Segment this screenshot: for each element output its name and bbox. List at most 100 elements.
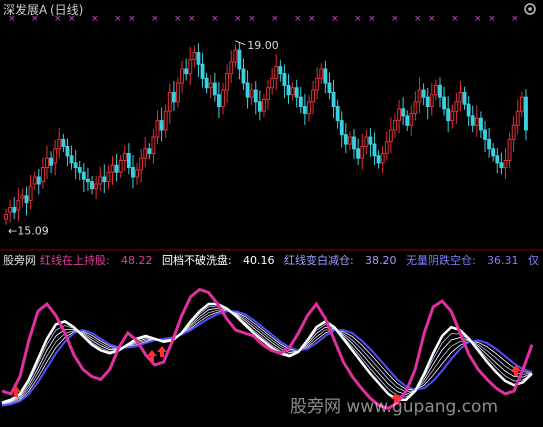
low-label: ←15.09 bbox=[8, 224, 49, 237]
indicator-label: 红线变白减仓: bbox=[284, 253, 354, 267]
signal-x-mark: × bbox=[414, 14, 422, 24]
candle-body bbox=[212, 82, 217, 96]
candle-body bbox=[384, 141, 389, 154]
indicator-value: 38.20 bbox=[365, 254, 397, 267]
indicator-label: 仅 bbox=[528, 254, 539, 267]
candle-body bbox=[368, 136, 373, 145]
indicator-value: 48.22 bbox=[121, 254, 153, 267]
candle-body bbox=[57, 138, 62, 150]
candle-body bbox=[106, 171, 111, 183]
candle-body bbox=[417, 89, 422, 103]
signal-x-mark: × bbox=[248, 14, 256, 24]
stock-chart: 深发展A (日线) × × × × × × × × × × × × × × × × × × × × × × × × × ×19.0… bbox=[0, 0, 543, 427]
candle-body bbox=[163, 110, 168, 131]
candle-body bbox=[69, 155, 74, 164]
candle-body bbox=[478, 117, 483, 131]
candle-body bbox=[28, 185, 33, 201]
candle-body bbox=[225, 73, 230, 91]
candle-body bbox=[204, 77, 209, 89]
candle-body bbox=[151, 136, 156, 154]
candle-body bbox=[380, 152, 385, 164]
candle-body bbox=[302, 106, 307, 115]
candle-body bbox=[376, 155, 381, 164]
candle-body bbox=[315, 77, 320, 91]
candle-body bbox=[159, 120, 164, 131]
signal-x-mark: × bbox=[211, 14, 219, 24]
candle-body bbox=[196, 52, 201, 65]
candle-body bbox=[110, 164, 115, 173]
candle-body bbox=[49, 157, 54, 166]
candle-body bbox=[253, 89, 258, 103]
candle-body bbox=[487, 138, 492, 150]
candle-body bbox=[61, 138, 66, 147]
candle-body bbox=[421, 89, 426, 98]
candle-body bbox=[491, 148, 496, 157]
signal-x-mark: × bbox=[308, 14, 316, 24]
candle-body bbox=[294, 87, 299, 98]
indicator-label: 股旁网 bbox=[3, 253, 36, 267]
indicator-label: 无量阴跌空仓: bbox=[406, 253, 476, 267]
candle-body bbox=[343, 134, 348, 145]
candle-body bbox=[32, 176, 37, 185]
candle-body bbox=[413, 101, 418, 115]
candle-body bbox=[286, 84, 291, 96]
signal-x-mark: × bbox=[474, 14, 482, 24]
candle-body bbox=[278, 66, 283, 75]
candle-body bbox=[495, 155, 500, 164]
candle-body bbox=[466, 103, 471, 117]
candle-body bbox=[249, 89, 254, 98]
candle-body bbox=[450, 110, 455, 122]
candle-body bbox=[323, 68, 328, 84]
candle-body bbox=[257, 101, 262, 112]
candle-body bbox=[73, 162, 78, 169]
candle-body bbox=[372, 143, 377, 157]
candle-body bbox=[94, 183, 99, 190]
candle-body bbox=[143, 148, 148, 159]
candle-body bbox=[12, 206, 17, 213]
candle-body bbox=[233, 49, 238, 63]
candle-body bbox=[274, 66, 279, 79]
signal-x-mark: × bbox=[294, 14, 302, 24]
candle-body bbox=[474, 117, 479, 126]
candle-body bbox=[135, 169, 139, 178]
candle-body bbox=[53, 148, 58, 164]
candle-body bbox=[118, 160, 123, 173]
candle-body bbox=[171, 91, 176, 103]
signal-x-mark: × bbox=[8, 14, 16, 24]
candle-body bbox=[364, 136, 369, 147]
candle-body bbox=[245, 82, 250, 98]
candle-body bbox=[20, 195, 25, 199]
candle-body bbox=[405, 115, 410, 126]
candle-body bbox=[81, 171, 86, 180]
candle-body bbox=[65, 145, 70, 157]
candle-body bbox=[335, 106, 340, 122]
candle-body bbox=[192, 52, 197, 61]
candle-body bbox=[470, 115, 475, 126]
candle-body bbox=[393, 120, 397, 131]
signal-x-mark: × bbox=[368, 14, 376, 24]
candle-body bbox=[307, 101, 311, 115]
signal-x-mark: × bbox=[451, 14, 459, 24]
indicator-value: 40.16 bbox=[243, 254, 275, 267]
candle-body bbox=[266, 87, 270, 100]
candle-body bbox=[16, 199, 21, 211]
candle-body bbox=[339, 120, 344, 136]
candle-body bbox=[102, 176, 107, 183]
signal-x-mark: × bbox=[54, 14, 62, 24]
candle-body bbox=[503, 160, 508, 169]
signal-x-mark: × bbox=[331, 14, 339, 24]
candle-body bbox=[208, 82, 213, 89]
candle-body bbox=[237, 49, 242, 70]
candle-body bbox=[282, 73, 287, 86]
candle-body bbox=[483, 129, 487, 140]
signal-x-mark: × bbox=[271, 14, 279, 24]
candle-body bbox=[221, 89, 225, 108]
candle-body bbox=[519, 96, 524, 112]
candle-body bbox=[176, 82, 180, 103]
candle-body bbox=[442, 96, 447, 110]
candle-body bbox=[36, 176, 41, 185]
indicator-legend: 股旁网 红线在上持股: 48.22 回档不破洗盘: 40.16 红线变白减仓: 38.20 无… bbox=[3, 253, 539, 267]
candle-body bbox=[507, 138, 512, 162]
candle-body bbox=[4, 214, 8, 220]
candle-body bbox=[290, 87, 295, 96]
